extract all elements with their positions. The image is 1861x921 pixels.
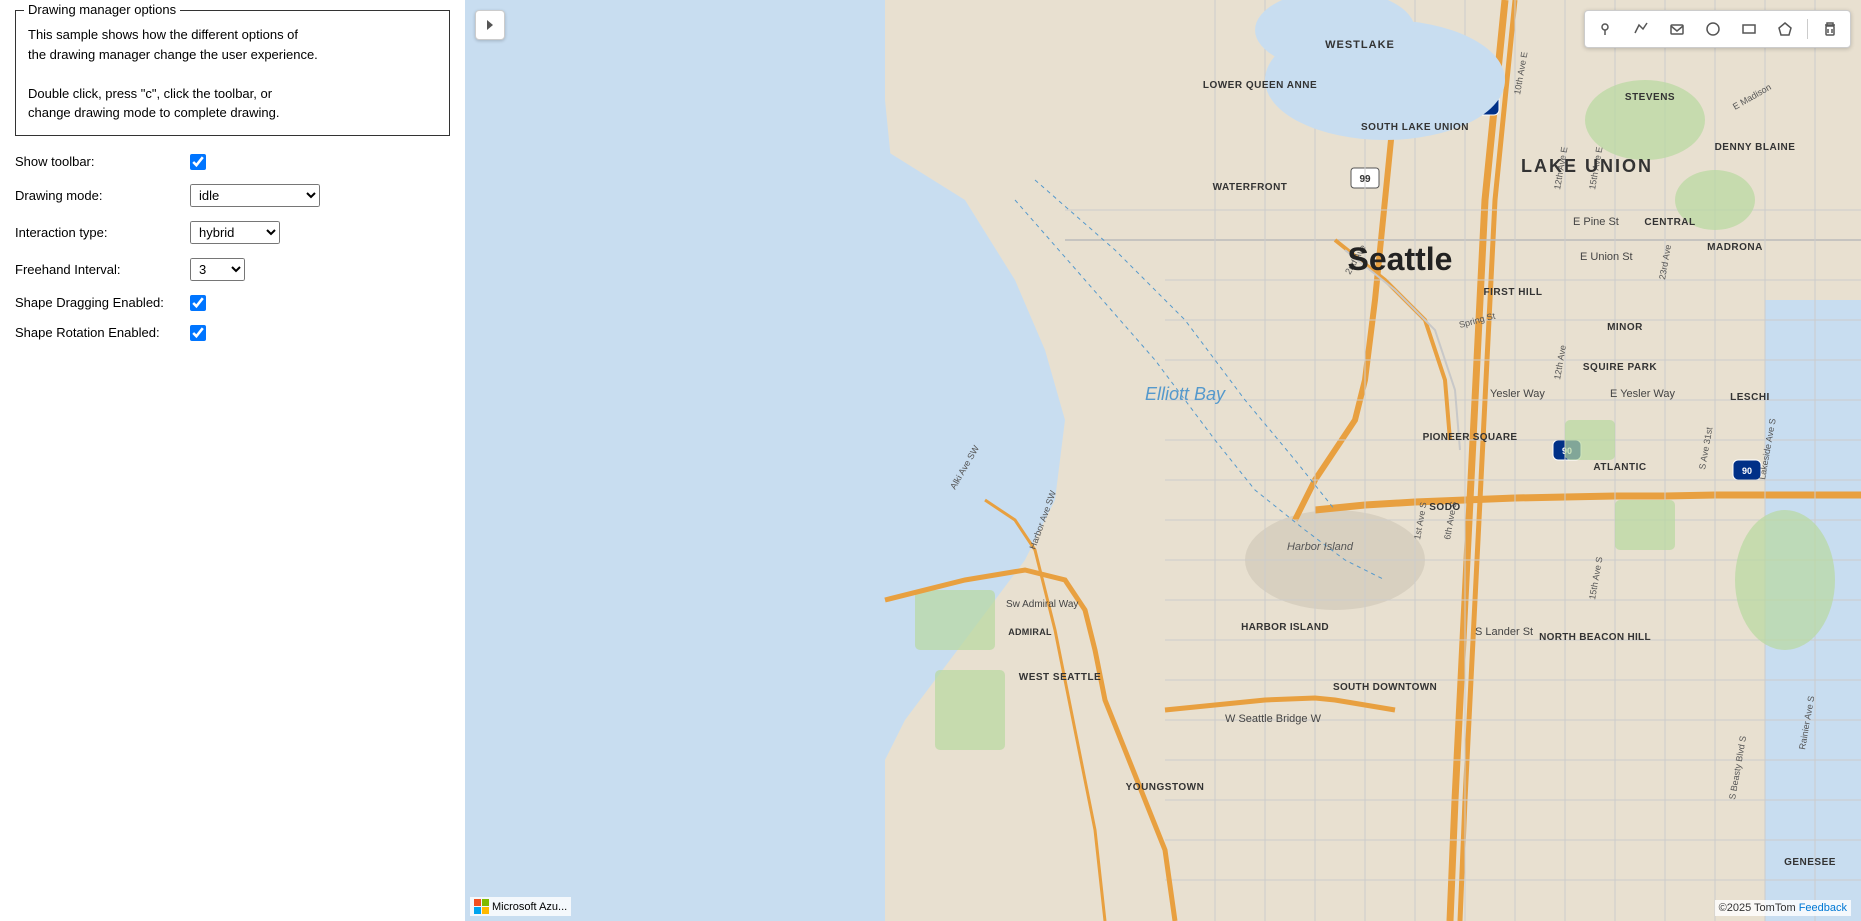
polyline-tool-button[interactable] (1627, 15, 1655, 43)
freehand-interval-row: Freehand Interval: 1 2 3 4 5 (15, 258, 450, 281)
options-box-title: Drawing manager options (24, 2, 180, 17)
svg-text:GENESEE: GENESEE (1784, 857, 1836, 868)
freehand-interval-label: Freehand Interval: (15, 262, 190, 277)
svg-text:MADRONA: MADRONA (1707, 242, 1763, 253)
svg-text:E Union St: E Union St (1580, 251, 1633, 263)
map-container[interactable]: 99 90 90 5 (465, 0, 1861, 921)
toolbar-divider (1807, 19, 1808, 39)
svg-text:DENNY BLAINE: DENNY BLAINE (1715, 142, 1796, 153)
svg-text:MINOR: MINOR (1607, 322, 1643, 333)
interaction-type-label: Interaction type: (15, 225, 190, 240)
microsoft-attribution: Microsoft Azu... (470, 897, 571, 916)
svg-text:Harbor Island: Harbor Island (1287, 541, 1354, 553)
svg-text:CENTRAL: CENTRAL (1644, 217, 1695, 228)
svg-text:ADMIRAL: ADMIRAL (1008, 627, 1052, 637)
circle-tool-button[interactable] (1699, 15, 1727, 43)
microsoft-logo-icon (474, 899, 489, 914)
svg-text:WEST SEATTLE: WEST SEATTLE (1019, 672, 1101, 683)
svg-text:SOUTH LAKE UNION: SOUTH LAKE UNION (1361, 122, 1469, 133)
drawing-mode-label: Drawing mode: (15, 188, 190, 203)
svg-text:PIONEER SQUARE: PIONEER SQUARE (1423, 432, 1518, 443)
rectangle-tool-button[interactable] (1735, 15, 1763, 43)
map-toolbar (1584, 10, 1851, 48)
svg-text:E Yesler Way: E Yesler Way (1610, 388, 1676, 400)
svg-text:HARBOR ISLAND: HARBOR ISLAND (1241, 622, 1329, 633)
polygon-tool-button[interactable] (1771, 15, 1799, 43)
shape-dragging-checkbox[interactable] (190, 295, 206, 311)
svg-text:WATERFRONT: WATERFRONT (1213, 182, 1288, 193)
svg-text:SODO: SODO (1429, 502, 1460, 513)
svg-text:S Lander St: S Lander St (1475, 626, 1533, 638)
shape-rotation-checkbox[interactable] (190, 325, 206, 341)
svg-text:Sw Admiral Way: Sw Admiral Way (1006, 599, 1078, 610)
svg-text:W Seattle Bridge W: W Seattle Bridge W (1225, 713, 1322, 725)
map-zoom-button[interactable] (475, 10, 505, 40)
options-description: This sample shows how the different opti… (28, 19, 437, 123)
svg-text:YOUNGSTOWN: YOUNGSTOWN (1126, 782, 1205, 793)
trash-tool-button[interactable] (1816, 15, 1844, 43)
interaction-type-row: Interaction type: hybrid click freehand (15, 221, 450, 244)
svg-text:SQUIRE PARK: SQUIRE PARK (1583, 362, 1657, 373)
svg-text:90: 90 (1742, 466, 1752, 476)
shape-rotation-row: Shape Rotation Enabled: (15, 325, 450, 341)
mail-tool-button[interactable] (1663, 15, 1691, 43)
drawing-mode-select[interactable]: idle draw-point draw-line draw-polygon d… (190, 184, 320, 207)
svg-text:LESCHI: LESCHI (1730, 392, 1770, 403)
pin-tool-button[interactable] (1591, 15, 1619, 43)
map-canvas[interactable]: 99 90 90 5 (465, 0, 1861, 921)
map-attribution: ©2025 TomTom Feedback (1715, 900, 1851, 916)
svg-text:WESTLAKE: WESTLAKE (1325, 39, 1395, 51)
svg-text:STEVENS: STEVENS (1625, 92, 1675, 103)
shape-dragging-label: Shape Dragging Enabled: (15, 295, 190, 310)
shape-rotation-label: Shape Rotation Enabled: (15, 325, 190, 340)
drawing-mode-row: Drawing mode: idle draw-point draw-line … (15, 184, 450, 207)
svg-text:NORTH BEACON HILL: NORTH BEACON HILL (1539, 632, 1651, 643)
shape-dragging-row: Shape Dragging Enabled: (15, 295, 450, 311)
svg-text:SOUTH DOWNTOWN: SOUTH DOWNTOWN (1333, 682, 1437, 693)
microsoft-logo-text: Microsoft Azu... (492, 901, 567, 913)
svg-text:Seattle: Seattle (1348, 241, 1453, 277)
svg-text:LOWER QUEEN ANNE: LOWER QUEEN ANNE (1203, 80, 1317, 91)
feedback-link[interactable]: Feedback (1799, 902, 1847, 914)
show-toolbar-label: Show toolbar: (15, 154, 190, 169)
options-box: Drawing manager options This sample show… (15, 10, 450, 136)
svg-text:LAKE UNION: LAKE UNION (1521, 156, 1653, 176)
left-panel: Drawing manager options This sample show… (0, 0, 465, 921)
svg-text:Yesler Way: Yesler Way (1490, 388, 1545, 400)
svg-text:FIRST HILL: FIRST HILL (1484, 287, 1543, 298)
interaction-type-select[interactable]: hybrid click freehand (190, 221, 280, 244)
show-toolbar-checkbox[interactable] (190, 154, 206, 170)
show-toolbar-row: Show toolbar: (15, 154, 450, 170)
svg-text:Elliott Bay: Elliott Bay (1145, 384, 1226, 404)
freehand-interval-select[interactable]: 1 2 3 4 5 (190, 258, 245, 281)
svg-text:ATLANTIC: ATLANTIC (1593, 462, 1646, 473)
svg-text:E Pine St: E Pine St (1573, 216, 1619, 228)
